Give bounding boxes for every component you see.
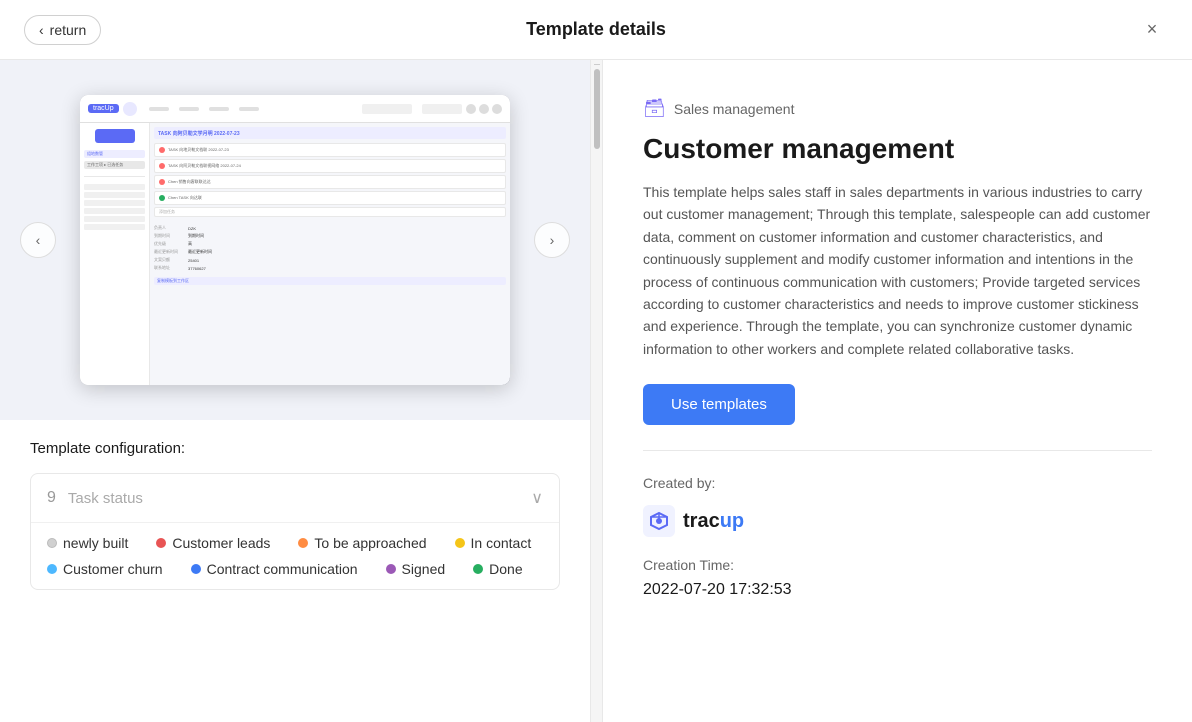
status-dot-done xyxy=(473,564,483,574)
preview-sidebar: 组地数管 工作工项 ▸ 已选任务 xyxy=(80,123,150,385)
status-customer-leads: Customer leads xyxy=(156,535,270,551)
status-done: Done xyxy=(473,561,522,577)
status-label-to-be-approached: To be approached xyxy=(314,535,426,551)
status-label-contract-communication: Contract communication xyxy=(207,561,358,577)
status-label-newly-built: newly built xyxy=(63,535,128,551)
pm-content: TASK 向阿贝勒文学月明 2022-07-23 TASK 向地贝勒文档联 20… xyxy=(150,123,510,385)
preview-section: ‹ tracUp xyxy=(0,60,590,420)
preview-icon-circle xyxy=(123,102,137,116)
preview-image: tracUp xyxy=(80,95,510,385)
task-status-number: 9 xyxy=(47,489,56,507)
tracup-logo-icon xyxy=(643,505,675,537)
return-label: return xyxy=(50,22,87,38)
status-dot-customer-churn xyxy=(47,564,57,574)
ps-item-active: 组地数管 xyxy=(84,150,145,158)
status-dot-contract-communication xyxy=(191,564,201,574)
status-dot-signed xyxy=(386,564,396,574)
config-title: Template configuration: xyxy=(30,440,560,457)
return-button[interactable]: ‹ return xyxy=(24,15,101,45)
right-panel: 🗃 Sales management Customer management T… xyxy=(603,60,1192,722)
header: ‹ return Template details × xyxy=(0,0,1192,60)
status-dot-in-contact xyxy=(455,538,465,548)
preview-nav-left[interactable]: ‹ xyxy=(20,222,56,258)
status-contract-communication: Contract communication xyxy=(191,561,358,577)
created-by-label: Created by: xyxy=(643,475,1152,491)
status-to-be-approached: To be approached xyxy=(298,535,426,551)
task-status-label: Task status xyxy=(68,490,143,507)
status-signed: Signed xyxy=(386,561,446,577)
creator-logo-row: tracup xyxy=(643,505,1152,537)
status-dot-customer-leads xyxy=(156,538,166,548)
status-label-customer-leads: Customer leads xyxy=(172,535,270,551)
left-panel: ‹ tracUp xyxy=(0,60,590,722)
status-label-done: Done xyxy=(489,561,522,577)
use-template-button[interactable]: Use templates xyxy=(643,384,795,425)
scrollbar[interactable] xyxy=(590,60,602,722)
status-dot-newly-built xyxy=(47,538,57,548)
config-section: Template configuration: 9 Task status ∨ … xyxy=(0,420,590,722)
preview-topbar: tracUp xyxy=(80,95,510,123)
creation-time-label: Creation Time: xyxy=(643,557,1152,573)
category-icon: 🗃 xyxy=(643,98,666,119)
chevron-left-icon: ‹ xyxy=(39,22,44,38)
close-button[interactable]: × xyxy=(1136,14,1168,46)
status-row-2: Customer churn Contract communication Si… xyxy=(47,561,543,577)
tracup-name: tracup xyxy=(683,510,744,533)
creation-time-value: 2022-07-20 17:32:53 xyxy=(643,581,1152,599)
category-row: 🗃 Sales management xyxy=(643,98,1152,119)
status-in-contact: In contact xyxy=(455,535,532,551)
info-section: 🗃 Sales management Customer management T… xyxy=(643,90,1152,450)
pm-list: TASK 向阿贝勒文学月明 2022-07-23 TASK 向地贝勒文档联 20… xyxy=(150,123,510,385)
product-desc: This template helps sales staff in sales… xyxy=(643,181,1152,360)
preview-body: 组地数管 工作工项 ▸ 已选任务 xyxy=(80,123,510,385)
page-title: Template details xyxy=(526,19,666,40)
pm-list-item-2: TASK 向阿贝勒文档联视网络 2022-07-24 xyxy=(154,159,506,173)
status-label-customer-churn: Customer churn xyxy=(63,561,163,577)
task-status-body: newly built Customer leads To be approac… xyxy=(31,522,559,589)
status-label-signed: Signed xyxy=(402,561,446,577)
category-label: Sales management xyxy=(674,101,795,117)
status-row-1: newly built Customer leads To be approac… xyxy=(47,535,543,551)
task-status-header[interactable]: 9 Task status ∨ xyxy=(31,474,559,522)
status-newly-built: newly built xyxy=(47,535,128,551)
product-title: Customer management xyxy=(643,133,1152,165)
pm-list-item-4: Chen TASK 向达联 xyxy=(154,191,506,205)
ps-item-1: 工作工项 ▸ 已选任务 xyxy=(84,161,145,169)
task-status-box: 9 Task status ∨ newly built Customer lea… xyxy=(30,473,560,590)
status-label-in-contact: In contact xyxy=(471,535,532,551)
preview-badge: tracUp xyxy=(88,104,119,113)
preview-nav-right[interactable]: › xyxy=(534,222,570,258)
pm-list-item-1: TASK 向地贝勒文档联 2022-07-23 xyxy=(154,143,506,157)
creator-section: Created by: tracup Creation Time: 2022-0… xyxy=(643,451,1152,692)
main-content: ‹ tracUp xyxy=(0,60,1192,722)
preview-main: TASK 向阿贝勒文学月明 2022-07-23 TASK 向地贝勒文档联 20… xyxy=(150,123,510,385)
chevron-down-icon: ∨ xyxy=(531,488,543,508)
preview-screen: tracUp xyxy=(80,95,510,385)
pm-list-item-3: Chen 销售向客联联达达 xyxy=(154,175,506,189)
status-customer-churn: Customer churn xyxy=(47,561,163,577)
status-dot-to-be-approached xyxy=(298,538,308,548)
